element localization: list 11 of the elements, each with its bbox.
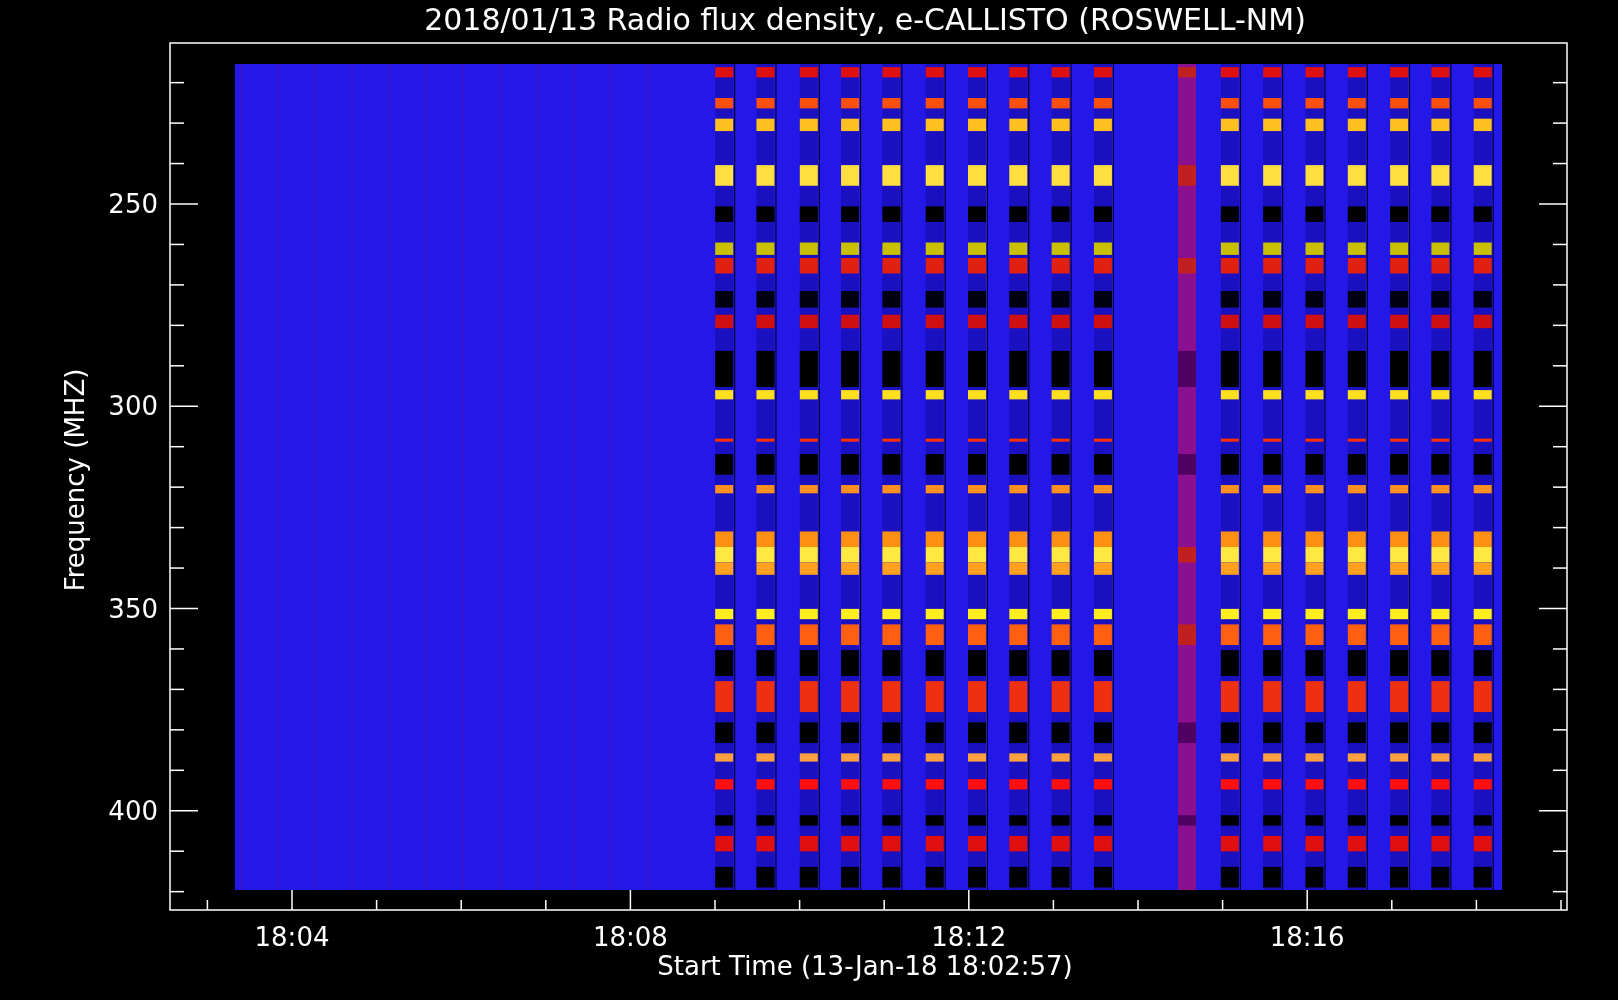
axis-tick-label: 18:12	[931, 922, 1007, 952]
axis-tick-label: 18:08	[592, 922, 668, 952]
axis-label: Frequency (MHZ)	[60, 368, 90, 592]
axis-label: Start Time (13-Jan-18 18:02:57)	[657, 951, 1073, 981]
axis-tick-label: 18:04	[254, 922, 330, 952]
chart-title: 2018/01/13 Radio flux density, e-CALLISTO (ROSWELL-NM)	[424, 2, 1306, 37]
axis-tick-label: 350	[108, 593, 158, 624]
axis-tick-label: 250	[108, 189, 158, 219]
axis-tick-label: 18:16	[1269, 922, 1345, 952]
axis-tick-label: 300	[108, 391, 158, 422]
axis-tick-label: 400	[108, 795, 158, 826]
